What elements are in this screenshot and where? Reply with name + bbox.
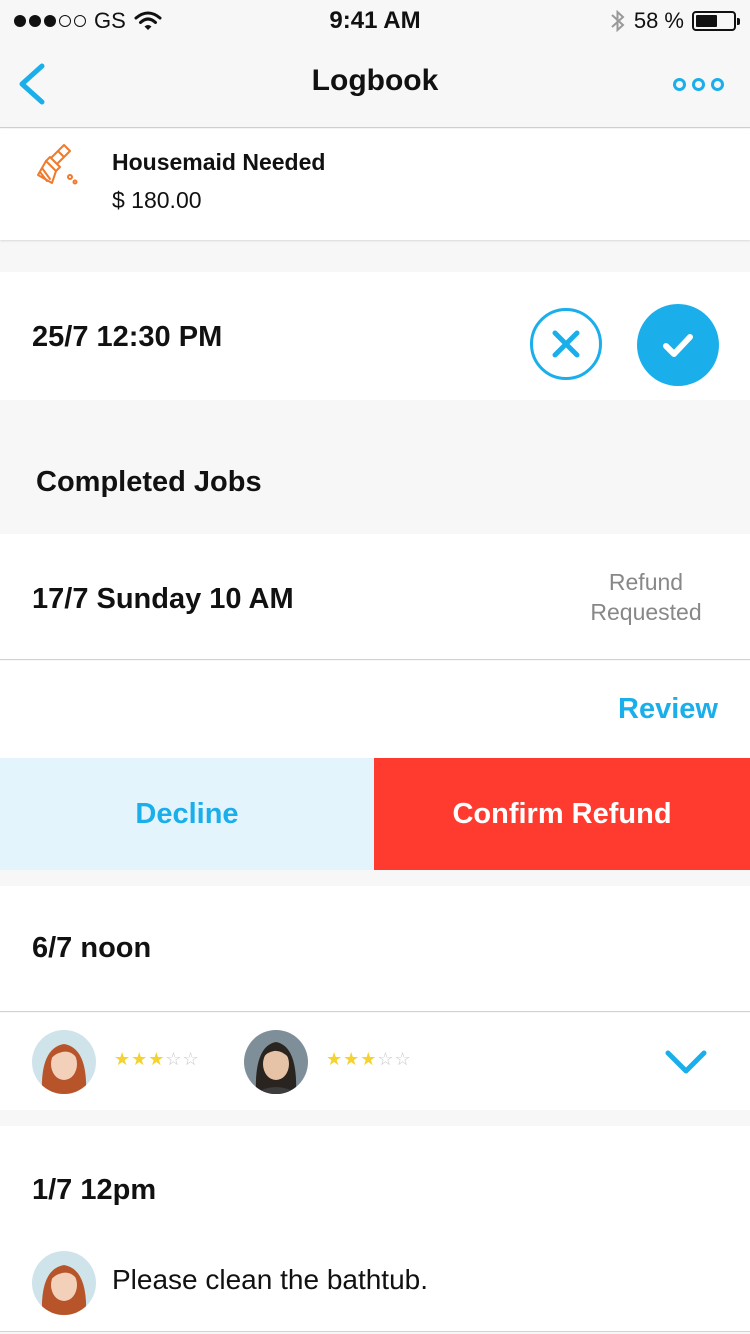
avatar-redhead-icon <box>32 1251 96 1315</box>
expand-button[interactable] <box>664 1047 708 1077</box>
pending-booking-row: 25/7 12:30 PM <box>0 272 750 400</box>
completed-job-date: 17/7 Sunday 10 AM <box>32 583 294 615</box>
broom-icon <box>37 144 78 185</box>
job-card[interactable]: Housemaid Needed $ 180.00 <box>0 129 750 240</box>
review-link[interactable]: Review <box>618 693 718 726</box>
confirm-refund-button[interactable]: Confirm Refund <box>374 758 750 870</box>
status-bar-right: 58 % <box>610 8 740 34</box>
close-icon <box>552 330 580 358</box>
navigation-bar: Logbook <box>0 40 750 128</box>
checkmark-icon <box>663 334 693 357</box>
avatar <box>32 1030 96 1094</box>
section-title-completed-jobs: Completed Jobs <box>36 466 262 498</box>
status-bar: GS 9:41 AM 58 % <box>0 0 750 40</box>
avatar <box>244 1030 308 1094</box>
more-button[interactable] <box>673 78 724 91</box>
completed-job-date: 6/7 noon <box>32 932 152 964</box>
more-icon <box>673 78 686 91</box>
reject-button[interactable] <box>530 308 602 380</box>
ratings-row[interactable]: ★★★☆☆ ★★★☆☆ <box>0 1013 750 1110</box>
battery-icon <box>692 11 740 31</box>
chevron-down-icon <box>665 1050 707 1074</box>
avatar <box>32 1251 96 1315</box>
star-rating: ★★★☆☆ <box>326 1049 412 1069</box>
job-price: $ 180.00 <box>112 187 202 213</box>
decline-button[interactable]: Decline <box>0 758 374 870</box>
comment-text: Please clean the bathtub. <box>112 1264 429 1295</box>
bluetooth-icon <box>611 9 625 33</box>
job-title: Housemaid Needed <box>112 149 326 175</box>
page-title: Logbook <box>311 64 439 97</box>
avatar-redhead-icon <box>32 1030 96 1094</box>
completed-job-row[interactable]: 1/7 12pm <box>0 1126 750 1332</box>
completed-job-date: 1/7 12pm <box>32 1174 157 1206</box>
avatar-darkhair-icon <box>244 1030 308 1094</box>
battery-percent: 58 % <box>633 8 684 33</box>
star-rating: ★★★☆☆ <box>114 1049 200 1069</box>
booking-date: 25/7 12:30 PM <box>32 321 223 353</box>
accept-button[interactable] <box>637 304 719 386</box>
refund-status-badge: Refund Requested <box>590 569 702 625</box>
completed-job-row[interactable]: 6/7 noon <box>0 886 750 1012</box>
